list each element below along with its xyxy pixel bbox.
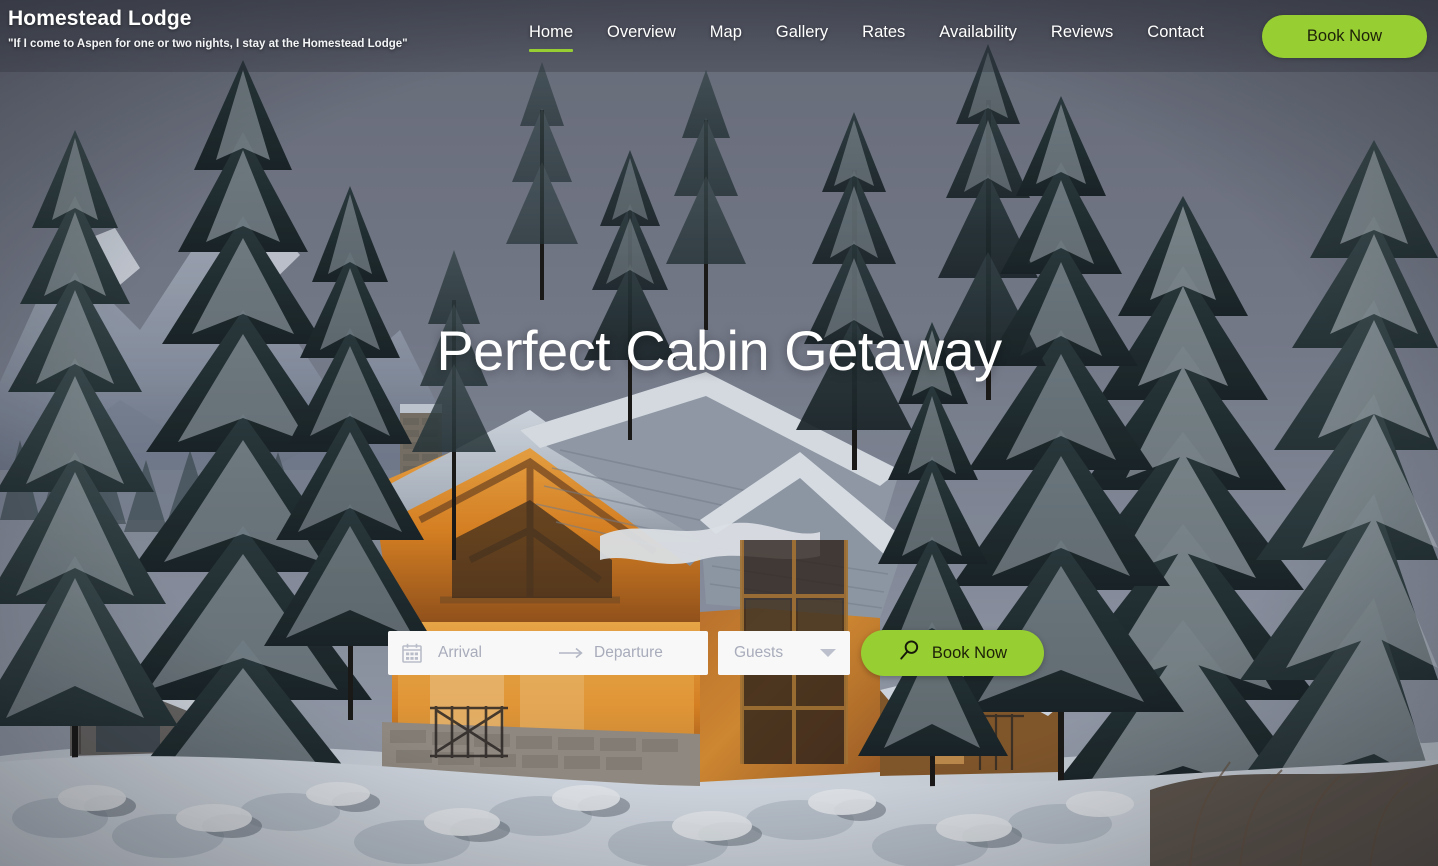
nav-item-contact[interactable]: Contact xyxy=(1130,22,1221,52)
nav-item-map[interactable]: Map xyxy=(693,22,759,52)
nav-item-reviews[interactable]: Reviews xyxy=(1034,22,1130,52)
chevron-down-icon xyxy=(820,649,836,657)
site-header: Homestead Lodge "If I come to Aspen for … xyxy=(0,0,1438,72)
brand-name: Homestead Lodge xyxy=(8,7,192,30)
booking-search-bar: Arrival Departure Guests Book Now xyxy=(388,630,1044,676)
booking-submit-label: Book Now xyxy=(931,643,1008,662)
guests-label: Guests xyxy=(734,644,784,661)
nav-item-home[interactable]: Home xyxy=(512,22,590,52)
nav-item-availability[interactable]: Availability xyxy=(922,22,1034,52)
date-range-field[interactable]: Arrival Departure xyxy=(388,631,708,675)
departure-date-input[interactable]: Departure xyxy=(594,643,696,663)
nav-item-gallery[interactable]: Gallery xyxy=(759,22,845,52)
calendar-icon xyxy=(400,641,424,665)
page-root: Homestead Lodge "If I come to Aspen for … xyxy=(0,0,1438,866)
brand-tagline: "If I come to Aspen for one or two night… xyxy=(8,38,408,50)
nav-item-overview[interactable]: Overview xyxy=(590,22,693,52)
booking-submit-button[interactable]: Book Now xyxy=(861,630,1044,676)
hero-background-image xyxy=(0,0,1438,866)
guests-select[interactable]: Guests xyxy=(718,631,850,675)
search-icon xyxy=(898,639,921,667)
hero-title: Perfect Cabin Getaway xyxy=(436,319,1002,382)
nav-item-rates[interactable]: Rates xyxy=(845,22,922,52)
main-navigation: Home Overview Map Gallery Rates Availability R… xyxy=(512,22,1221,52)
brand-block[interactable]: Homestead Lodge "If I come to Aspen for … xyxy=(0,0,408,53)
header-book-now-label: Book Now xyxy=(1306,27,1383,45)
header-book-now-button[interactable]: Book Now xyxy=(1262,15,1427,58)
arrival-date-input[interactable]: Arrival xyxy=(438,643,548,663)
arrow-right-icon xyxy=(558,647,584,659)
